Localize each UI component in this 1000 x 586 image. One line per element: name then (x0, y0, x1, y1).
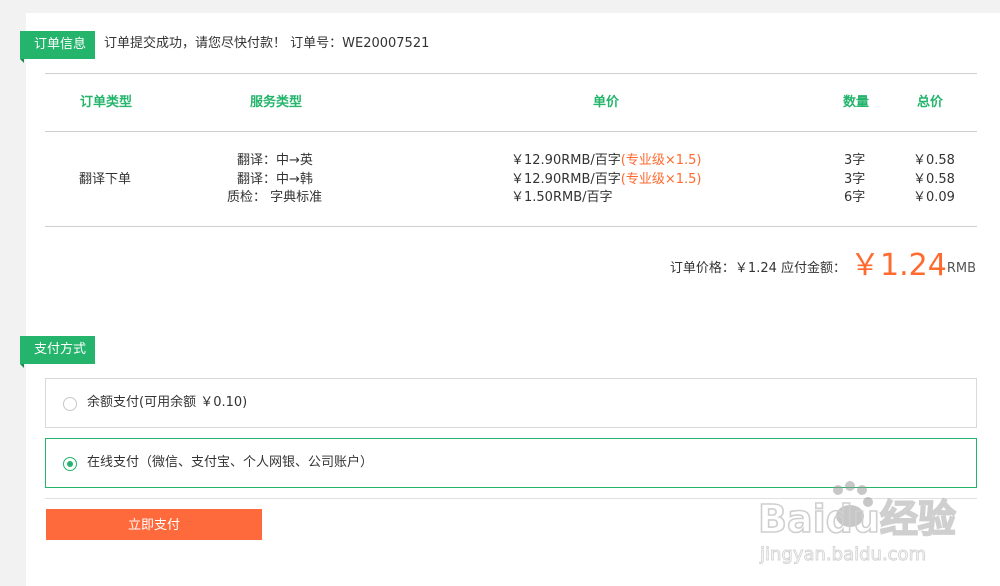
order-info-tag: 订单信息 (20, 31, 95, 63)
price-cell-2: ￥12.90RMB/百字(专业级×1.5) (511, 170, 701, 189)
divider-bottom (45, 226, 977, 227)
payment-option-balance[interactable]: 余额支付(可用余额 ￥0.10) (45, 378, 977, 428)
baidu-watermark-logo: Baidu经验 jingyan.baidu.com (757, 481, 957, 565)
radio-online[interactable] (63, 457, 77, 471)
total-cell-3: ￥0.09 (913, 190, 955, 205)
quantity-cell-1: 3字 (844, 153, 866, 168)
service-cell-1: 翻译：中→英 (237, 153, 313, 168)
header-quantity: 数量 (842, 95, 869, 110)
header-service-type: 服务类型 (249, 95, 302, 110)
header-unit-price: 单价 (592, 95, 619, 110)
service-cell-2: 翻译：中→韩 (237, 172, 313, 187)
price-level-2: (专业级×1.5) (620, 172, 702, 187)
price-level-1: (专业级×1.5) (620, 153, 702, 168)
total-cell-1: ￥0.58 (913, 153, 955, 168)
payment-option-balance-label: 余额支付(可用余额 ￥0.10) (87, 395, 248, 410)
quantity-cell-3: 6字 (844, 190, 866, 205)
price-value-3: ￥1.50RMB/百字 (511, 190, 613, 205)
price-cell-3: ￥1.50RMB/百字 (511, 188, 613, 207)
quantity-cell-2: 3字 (844, 172, 866, 187)
order-summary: 订单价格：￥1.24 应付金额： ￥1.24RMB (670, 248, 976, 287)
divider-top (45, 73, 977, 74)
due-label: 应付金额： (781, 261, 847, 276)
header-order-type: 订单类型 (79, 95, 132, 110)
due-amount: ￥1.24 (850, 248, 947, 283)
watermark-brand: Baidu经验 (758, 497, 956, 541)
header-total: 总价 (916, 95, 943, 110)
price-cell-1: ￥12.90RMB/百字(专业级×1.5) (511, 151, 701, 170)
radio-balance[interactable] (63, 397, 77, 411)
price-value-1: ￥12.90RMB/百字 (511, 153, 621, 168)
payment-option-online-label: 在线支付（微信、支付宝、个人网银、公司账户） (87, 455, 374, 470)
total-cell-2: ￥0.58 (913, 172, 955, 187)
order-price-label: 订单价格：￥1.24 (669, 261, 777, 276)
order-success-message: 订单提交成功，请您尽快付款！ 订单号：WE20007521 (104, 36, 430, 51)
pay-now-button[interactable]: 立即支付 (46, 509, 262, 540)
service-cell-3: 质检： 字典标准 (227, 190, 323, 205)
payment-method-tag: 支付方式 (20, 336, 95, 368)
watermark-url: jingyan.baidu.com (759, 544, 926, 565)
due-unit: RMB (946, 261, 976, 276)
divider-header (45, 131, 977, 132)
price-value-2: ￥12.90RMB/百字 (511, 172, 621, 187)
order-type-cell: 翻译下单 (79, 172, 132, 187)
